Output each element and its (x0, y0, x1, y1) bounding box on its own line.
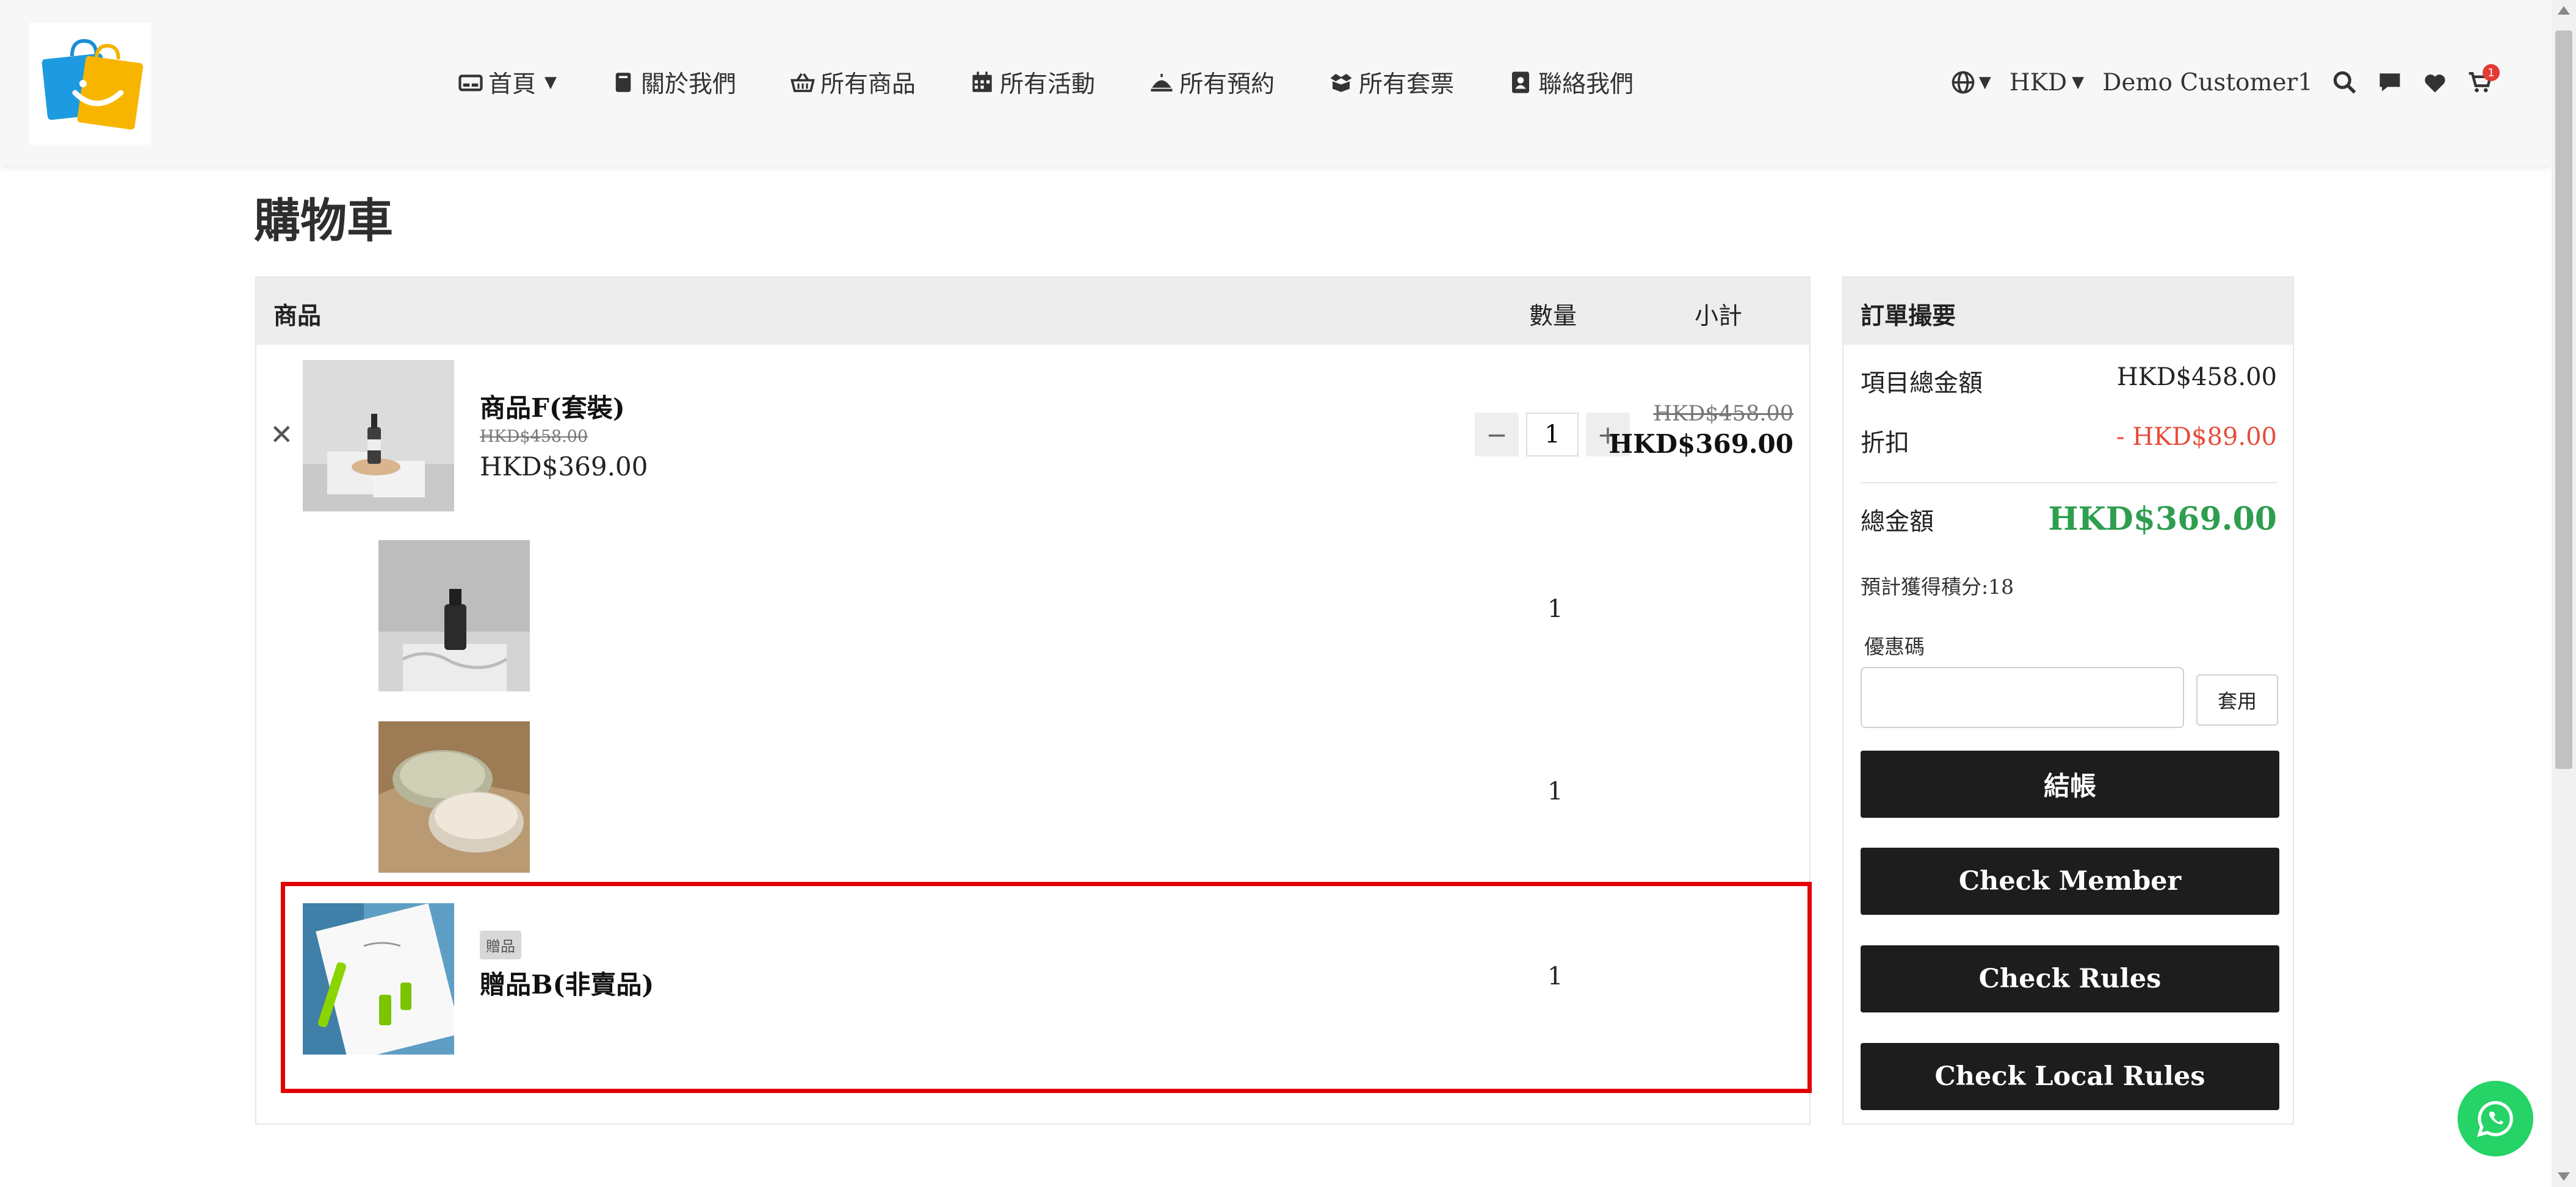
grand-total-value: HKD$369.00 (2048, 500, 2277, 538)
main-nav: 首頁 ▼ 關於我們 所有商品 所有活動 所有預約 所有套票 聯絡我們 (458, 61, 1687, 104)
search-button[interactable] (2331, 69, 2358, 96)
nav-packages[interactable]: 所有套票 (1328, 65, 1454, 99)
shopping-bags-logo-icon (42, 38, 143, 130)
home-card-icon (458, 70, 483, 95)
gift-quantity: 1 (1547, 962, 1563, 990)
chevron-down-icon: ▼ (1978, 73, 1991, 92)
items-total-value: HKD$458.00 (2116, 363, 2277, 391)
bundle-item-row: 1 (256, 721, 1809, 874)
gift-badge: 贈品 (480, 931, 521, 959)
coupon-label: 優惠碼 (1864, 635, 1925, 658)
subtotal-value: HKD$369.00 (1608, 429, 1793, 459)
user-account-link[interactable]: Demo Customer1 (2102, 69, 2313, 96)
header-subtotal: 小計 (1695, 303, 1743, 330)
currency-label: HKD (2009, 68, 2068, 96)
remove-item-icon[interactable]: ✕ (270, 418, 294, 451)
language-selector[interactable]: ▼ (1950, 69, 1991, 96)
nav-events[interactable]: 所有活動 (969, 65, 1095, 99)
nav-home-label: 首頁 (488, 71, 537, 98)
nav-contact[interactable]: 聯絡我們 (1508, 65, 1634, 99)
cart-count-badge: 1 (2483, 64, 2500, 81)
heart-icon (2425, 74, 2445, 93)
apply-coupon-button[interactable]: 套用 (2196, 674, 2278, 726)
gift-thumbnail (303, 903, 454, 1055)
header-tools: ▼ HKD ▼ Demo Customer1 1 (1931, 61, 2500, 104)
whatsapp-chat-button[interactable] (2458, 1081, 2533, 1156)
nav-packages-label: 所有套票 (1359, 71, 1455, 98)
summary-divider (1861, 482, 2277, 483)
nav-products[interactable]: 所有商品 (790, 65, 916, 99)
check-member-button[interactable]: Check Member (1861, 848, 2279, 915)
page-scrollbar[interactable] (2552, 0, 2576, 1187)
service-bell-icon (1149, 70, 1174, 95)
product-price: HKD$369.00 (480, 452, 648, 482)
quantity-input[interactable] (1526, 413, 1579, 456)
cart-button[interactable]: 1 (2467, 64, 2500, 96)
nav-events-label: 所有活動 (1000, 71, 1096, 98)
bundle-item-thumbnail (378, 540, 530, 691)
cart-row-main: ✕ 商品F(套裝) HKD$458.00 HKD$369.00 − + HKD$… (256, 360, 1809, 519)
nav-bookings[interactable]: 所有預約 (1149, 65, 1275, 99)
cart-table: 商品 數量 小計 ✕ 商品F(套裝) HKD$458.00 HKD$369.00… (255, 276, 1811, 1125)
comment-icon (2379, 73, 2400, 92)
points-estimate: 預計獲得積分:18 (1861, 575, 2014, 599)
checkout-button[interactable]: 結帳 (1861, 751, 2279, 818)
bundle-item-thumbnail (378, 721, 530, 873)
shop-logo[interactable] (29, 23, 151, 145)
cart-table-header: 商品 數量 小計 (256, 278, 1809, 345)
messages-button[interactable] (2376, 69, 2403, 96)
grand-total-label: 總金額 (1861, 507, 1934, 536)
gift-name: 贈品B(非賣品) (480, 970, 654, 1000)
product-original-price: HKD$458.00 (480, 427, 588, 446)
grand-total-row: 總金額 HKD$369.00 (1861, 500, 2277, 538)
order-summary-header: 訂單撮要 (1843, 278, 2293, 345)
search-icon (2333, 71, 2356, 94)
address-book-icon (1508, 70, 1533, 95)
page-title: 購物車 (254, 193, 393, 248)
nav-contact-label: 聯絡我們 (1538, 71, 1634, 98)
product-name[interactable]: 商品F(套裝) (480, 388, 625, 425)
coupon-input[interactable] (1861, 667, 2184, 728)
whatsapp-icon (2477, 1101, 2513, 1137)
bundle-item-row: 1 (256, 540, 1809, 693)
nav-bookings-label: 所有預約 (1179, 71, 1275, 98)
discount-label: 折扣 (1861, 429, 1909, 457)
quantity-stepper: − + (1475, 413, 1630, 456)
site-header: 首頁 ▼ 關於我們 所有商品 所有活動 所有預約 所有套票 聯絡我們 ▼ HKD… (0, 0, 2552, 165)
chevron-down-icon: ▼ (2072, 73, 2085, 92)
scrollbar-thumb[interactable] (2555, 31, 2572, 769)
gift-item-row: 贈品 贈品B(非賣品) 1 (256, 903, 1809, 1056)
book-icon (610, 70, 636, 95)
globe-icon (1952, 71, 1975, 94)
items-total-row: 項目總金額 HKD$458.00 (1861, 363, 2277, 399)
nav-home[interactable]: 首頁 ▼ (458, 65, 557, 99)
decrease-quantity-button[interactable]: − (1475, 413, 1519, 456)
scroll-down-arrow-icon[interactable] (2558, 1172, 2570, 1181)
order-summary-title: 訂單撮要 (1861, 302, 1956, 330)
header-quantity: 數量 (1529, 303, 1577, 330)
nav-about[interactable]: 關於我們 (610, 65, 736, 99)
basket-icon (790, 70, 816, 95)
subtotal-original: HKD$458.00 (1653, 402, 1793, 426)
header-product: 商品 (273, 302, 322, 330)
items-total-label: 項目總金額 (1861, 369, 1983, 397)
nav-products-label: 所有商品 (820, 71, 916, 98)
wishlist-button[interactable] (2422, 69, 2448, 96)
bundle-item-quantity: 1 (1547, 595, 1563, 623)
discount-row: 折扣 - HKD$89.00 (1861, 423, 2277, 458)
nav-about-label: 關於我們 (641, 71, 737, 98)
check-rules-button[interactable]: Check Rules (1861, 945, 2279, 1012)
discount-value: - HKD$89.00 (2116, 423, 2277, 451)
calendar-icon (969, 70, 995, 95)
order-summary: 訂單撮要 項目總金額 HKD$458.00 折扣 - HKD$89.00 總金額… (1842, 276, 2294, 1125)
box-open-icon (1328, 70, 1354, 95)
bundle-item-quantity: 1 (1547, 778, 1563, 806)
scroll-up-arrow-icon[interactable] (2558, 6, 2570, 15)
chevron-down-icon: ▼ (545, 73, 557, 92)
user-name: Demo Customer1 (2102, 68, 2313, 96)
check-local-rules-button[interactable]: Check Local Rules (1861, 1043, 2279, 1110)
product-thumbnail[interactable] (303, 360, 454, 511)
currency-selector[interactable]: HKD ▼ (2010, 69, 2084, 96)
